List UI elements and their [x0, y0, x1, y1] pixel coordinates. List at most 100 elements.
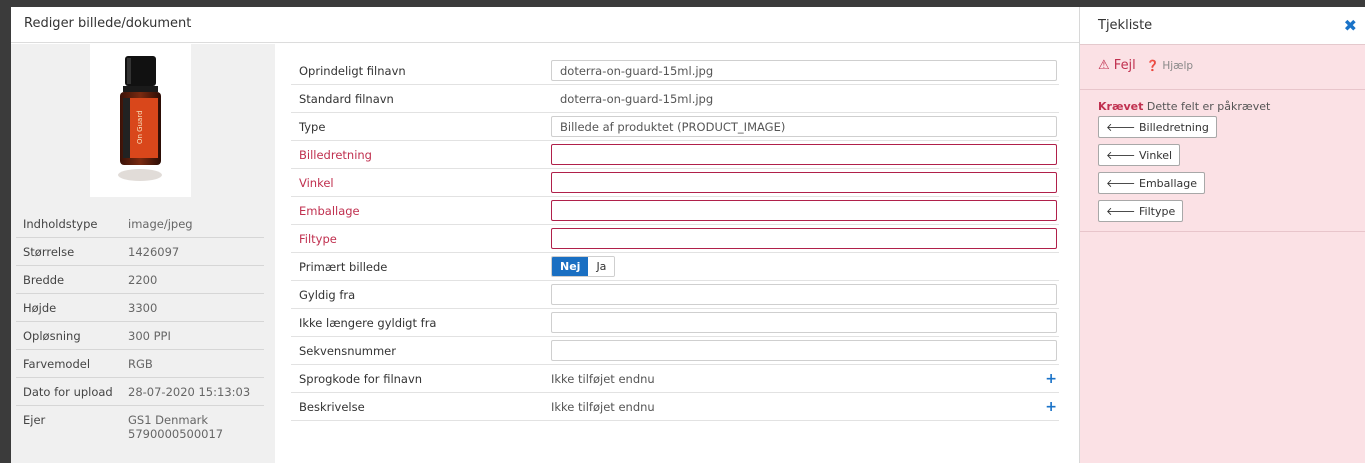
type-label: Type [299, 119, 326, 134]
standard-filename-label: Standard filnavn [299, 91, 394, 106]
required-text: Dette felt er påkrævet [1146, 100, 1271, 113]
required-tag: Krævet [1098, 100, 1144, 113]
sequence-label: Sekvensnummer [299, 343, 396, 358]
required-message: Krævet Dette felt er påkrævet [1098, 100, 1347, 113]
bottle-label-text: On Guard [136, 110, 144, 144]
metadata-key: Bredde [23, 273, 65, 287]
goto-direction-button[interactable]: 🡐 Billedretning [1098, 116, 1217, 138]
language-value: Ikke tilføjet endnu [551, 371, 655, 386]
description-label: Beskrivelse [299, 399, 365, 414]
metadata-value: GS1 Denmark 5790000500017 [128, 413, 224, 441]
essential-oil-bottle-image: On Guard [118, 56, 162, 181]
valid-to-label: Ikke længere gyldigt fra [299, 315, 437, 330]
form-row-original-filename: Oprindeligt filnavn [291, 57, 1059, 85]
form-row-valid-to: Ikke længere gyldigt fra [291, 309, 1059, 337]
metadata-key: Dato for upload [23, 385, 113, 399]
metadata-row: Højde 3300 [16, 294, 264, 322]
primary-yes-option[interactable]: Ja [588, 257, 615, 276]
add-language-plus-icon[interactable]: + [1045, 371, 1057, 387]
form-row-angle: Vinkel [291, 169, 1059, 197]
help-link[interactable]: ❓ Hjælp [1146, 60, 1193, 72]
close-icon[interactable]: ✖ [1344, 16, 1357, 35]
window-left-border [0, 0, 11, 463]
image-edit-form: Oprindeligt filnavn Standard filnavn dot… [291, 57, 1059, 421]
help-label: Hjælp [1162, 60, 1194, 72]
direction-label: Billedretning [299, 147, 372, 162]
form-row-valid-from: Gyldig fra [291, 281, 1059, 309]
filetype-input[interactable] [551, 228, 1057, 249]
required-fields-block: Krævet Dette felt er påkrævet 🡐 Billedre… [1080, 90, 1365, 232]
metadata-value: image/jpeg [128, 217, 193, 231]
metadata-value: 300 PPI [128, 329, 171, 343]
form-row-language: Sprogkode for filnavn Ikke tilføjet endn… [291, 365, 1059, 393]
arrow-left-icon: 🡐 [1106, 177, 1139, 190]
metadata-row: Farvemodel RGB [16, 350, 264, 378]
packaging-input[interactable] [551, 200, 1057, 221]
error-summary: ⚠ Fejl ❓ Hjælp [1080, 45, 1365, 90]
form-row-type: Type [291, 113, 1059, 141]
form-row-sequence: Sekvensnummer [291, 337, 1059, 365]
form-row-filetype: Filtype [291, 225, 1059, 253]
packaging-label: Emballage [299, 203, 360, 218]
arrow-left-icon: 🡐 [1106, 149, 1139, 162]
warning-icon: ⚠ [1098, 58, 1110, 73]
primary-no-option[interactable]: Nej [552, 257, 589, 276]
metadata-value: 2200 [128, 273, 158, 287]
add-description-plus-icon[interactable]: + [1045, 399, 1057, 415]
angle-input[interactable] [551, 172, 1057, 193]
help-icon: ❓ [1145, 60, 1160, 72]
modal-title: Rediger billede/dokument [11, 7, 1079, 43]
metadata-key: Højde [23, 301, 57, 315]
form-row-packaging: Emballage [291, 197, 1059, 225]
image-info-panel: On Guard Indholdstype image/jpeg Størrel… [11, 44, 275, 463]
form-row-standard-filename: Standard filnavn doterra-on-guard-15ml.j… [291, 85, 1059, 113]
goto-angle-button[interactable]: 🡐 Vinkel [1098, 144, 1181, 166]
language-label: Sprogkode for filnavn [299, 371, 423, 386]
valid-from-input[interactable] [551, 284, 1057, 305]
form-row-description: Beskrivelse Ikke tilføjet endnu + [291, 393, 1059, 421]
goto-filetype-button[interactable]: 🡐 Filtype [1098, 200, 1184, 222]
goto-direction-label: Billedretning [1139, 121, 1209, 134]
form-row-primary: Primært billede Nej Ja [291, 253, 1059, 281]
original-filename-input[interactable] [551, 60, 1057, 81]
checklist-title: Tjekliste [1098, 18, 1153, 33]
error-title: Fejl [1113, 58, 1136, 73]
metadata-row: Ejer GS1 Denmark 5790000500017 [16, 406, 264, 445]
metadata-row: Størrelse 1426097 [16, 238, 264, 266]
valid-to-input[interactable] [551, 312, 1057, 333]
primary-image-label: Primært billede [299, 259, 388, 274]
goto-packaging-label: Emballage [1139, 177, 1197, 190]
form-row-direction: Billedretning [291, 141, 1059, 169]
metadata-key: Opløsning [23, 329, 81, 343]
direction-input[interactable] [551, 144, 1057, 165]
window-top-border [0, 0, 1365, 7]
angle-label: Vinkel [299, 175, 334, 190]
valid-from-label: Gyldig fra [299, 287, 356, 302]
type-input[interactable] [551, 116, 1057, 137]
edit-image-modal: Rediger billede/dokument On Guard Indhol… [11, 7, 1079, 463]
goto-filetype-label: Filtype [1139, 205, 1176, 218]
arrow-left-icon: 🡐 [1106, 121, 1139, 134]
checklist-panel: Tjekliste ✖ ⚠ Fejl ❓ Hjælp Krævet Dette … [1079, 7, 1365, 463]
product-thumbnail[interactable]: On Guard [90, 44, 191, 197]
goto-angle-label: Vinkel [1139, 149, 1173, 162]
checklist-header: Tjekliste ✖ [1080, 7, 1365, 45]
metadata-key: Farvemodel [23, 357, 91, 371]
metadata-row: Opløsning 300 PPI [16, 322, 264, 350]
metadata-row: Bredde 2200 [16, 266, 264, 294]
metadata-list: Indholdstype image/jpeg Størrelse 142609… [16, 210, 264, 445]
metadata-key: Indholdstype [23, 217, 98, 231]
metadata-value: 28-07-2020 15:13:03 [128, 385, 251, 399]
arrow-left-icon: 🡐 [1106, 205, 1139, 218]
filetype-label: Filtype [299, 231, 337, 246]
standard-filename-value: doterra-on-guard-15ml.jpg [560, 91, 714, 106]
description-value: Ikke tilføjet endnu [551, 399, 655, 414]
metadata-key: Ejer [23, 413, 46, 427]
metadata-value: 3300 [128, 301, 158, 315]
metadata-value: RGB [128, 357, 153, 371]
metadata-row: Indholdstype image/jpeg [16, 210, 264, 238]
primary-image-toggle: Nej Ja [551, 256, 616, 277]
sequence-input[interactable] [551, 340, 1057, 361]
goto-packaging-button[interactable]: 🡐 Emballage [1098, 172, 1205, 194]
metadata-value: 1426097 [128, 245, 180, 259]
